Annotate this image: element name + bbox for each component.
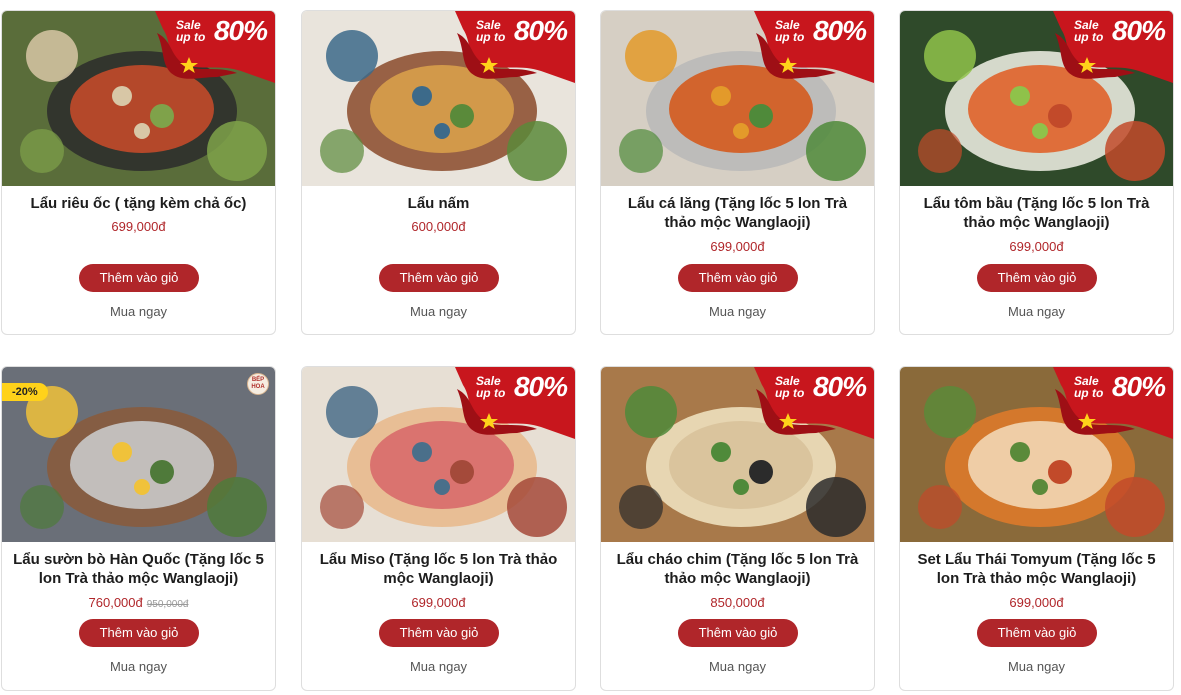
add-to-cart-button[interactable]: Thêm vào giỏ — [79, 619, 199, 647]
add-to-cart-button[interactable]: Thêm vào giỏ — [379, 619, 499, 647]
sale-badge: Sale up to 80% — [736, 11, 874, 83]
product-title[interactable]: Lẩu riêu ốc ( tặng kèm chả ốc) — [12, 194, 265, 213]
buy-now-link[interactable]: Mua ngay — [900, 659, 1173, 674]
add-to-cart-button[interactable]: Thêm vào giỏ — [977, 264, 1097, 292]
sale-badge-label: Sale up to — [176, 19, 205, 43]
sale-badge-label: Sale up to — [1074, 375, 1103, 399]
price-row: 699,000đ — [2, 219, 275, 234]
product-title[interactable]: Lẩu cháo chim (Tặng lốc 5 lon Trà thảo m… — [611, 550, 864, 588]
sale-badge: Sale up to 80% — [437, 367, 575, 439]
price-row: 600,000đ — [302, 219, 575, 234]
product-price: 699,000đ — [1009, 595, 1064, 610]
product-title[interactable]: Lẩu nấm — [312, 194, 565, 213]
sale-line2: up to — [1073, 386, 1104, 400]
sale-badge-label: Sale up to — [476, 19, 505, 43]
buy-now-link[interactable]: Mua ngay — [601, 659, 874, 674]
sale-badge: Sale up to 80% — [1035, 367, 1173, 439]
sale-badge-text: Sale up to 80% — [176, 15, 268, 46]
sale-badge-text: Sale up to 80% — [476, 371, 568, 402]
add-to-cart-button[interactable]: Thêm vào giỏ — [678, 264, 798, 292]
price-row: 760,000đ 950,000đ — [2, 595, 275, 610]
price-row: 699,000đ — [900, 595, 1173, 610]
product-card[interactable]: Sale up to 80% Lẩu cá lăng (Tặng lốc 5 l… — [600, 10, 875, 335]
sale-badge: Sale up to 80% — [736, 367, 874, 439]
product-card[interactable]: Sale up to 80% Lẩu riêu ốc ( tặng kèm ch… — [1, 10, 276, 335]
sale-badge: Sale up to 80% — [1035, 11, 1173, 83]
sale-value: 80% — [812, 15, 867, 46]
buy-now-link[interactable]: Mua ngay — [2, 304, 275, 319]
product-old-price: 950,000đ — [146, 599, 189, 610]
sale-line2: up to — [475, 386, 506, 400]
sale-badge-text: Sale up to 80% — [775, 15, 867, 46]
product-card[interactable]: Sale up to 80% Lẩu Miso (Tặng lốc 5 lon … — [301, 366, 576, 691]
buy-now-link[interactable]: Mua ngay — [302, 659, 575, 674]
product-card[interactable]: Sale up to 80% Lẩu cháo chim (Tặng lốc 5… — [600, 366, 875, 691]
product-title[interactable]: Set Lẩu Thái Tomyum (Tặng lốc 5 lon Trà … — [910, 550, 1163, 588]
sale-line2: up to — [774, 386, 805, 400]
sale-line2: up to — [475, 30, 506, 44]
product-price: 699,000đ — [710, 239, 765, 254]
product-title[interactable]: Lẩu sườn bò Hàn Quốc (Tặng lốc 5 lon Trà… — [12, 550, 265, 588]
product-card[interactable]: Sale up to 80% Lẩu nấm 600,000đ Thêm vào… — [301, 10, 576, 335]
sale-badge-label: Sale up to — [476, 375, 505, 399]
product-card[interactable]: -20% BẾP HOA Lẩu sườn bò Hàn Quốc (Tặng l… — [1, 366, 276, 691]
sale-value: 80% — [812, 371, 867, 402]
add-to-cart-button[interactable]: Thêm vào giỏ — [977, 619, 1097, 647]
sale-value: 80% — [513, 371, 568, 402]
sale-line2: up to — [1073, 30, 1104, 44]
product-price: 699,000đ — [111, 219, 166, 234]
price-row: 699,000đ — [601, 239, 874, 254]
product-title[interactable]: Lẩu cá lăng (Tặng lốc 5 lon Trà thảo mộc… — [611, 194, 864, 232]
product-price: 850,000đ — [710, 595, 765, 610]
sale-badge: Sale up to 80% — [437, 11, 575, 83]
sale-badge-label: Sale up to — [1074, 19, 1103, 43]
discount-badge: -20% — [2, 383, 48, 401]
product-price: 699,000đ — [1009, 239, 1064, 254]
price-row: 699,000đ — [302, 595, 575, 610]
product-card[interactable]: Sale up to 80% Lẩu tôm bầu (Tặng lốc 5 l… — [899, 10, 1174, 335]
sale-badge-text: Sale up to 80% — [775, 371, 867, 402]
buy-now-link[interactable]: Mua ngay — [601, 304, 874, 319]
sale-line2: up to — [175, 30, 206, 44]
product-price: 760,000đ — [88, 595, 143, 610]
sale-badge-text: Sale up to 80% — [476, 15, 568, 46]
sale-line2: up to — [774, 30, 805, 44]
add-to-cart-button[interactable]: Thêm vào giỏ — [379, 264, 499, 292]
sale-badge-label: Sale up to — [775, 375, 804, 399]
buy-now-link[interactable]: Mua ngay — [302, 304, 575, 319]
add-to-cart-button[interactable]: Thêm vào giỏ — [678, 619, 798, 647]
sale-badge-text: Sale up to 80% — [1074, 15, 1166, 46]
buy-now-link[interactable]: Mua ngay — [2, 659, 275, 674]
sale-value: 80% — [213, 15, 268, 46]
price-row: 850,000đ — [601, 595, 874, 610]
sale-value: 80% — [513, 15, 568, 46]
price-row: 699,000đ — [900, 239, 1173, 254]
sale-badge-text: Sale up to 80% — [1074, 371, 1166, 402]
product-title[interactable]: Lẩu tôm bầu (Tặng lốc 5 lon Trà thảo mộc… — [910, 194, 1163, 232]
sale-badge-label: Sale up to — [775, 19, 804, 43]
buy-now-link[interactable]: Mua ngay — [900, 304, 1173, 319]
brand-logo: BẾP HOA — [247, 373, 269, 395]
product-title[interactable]: Lẩu Miso (Tặng lốc 5 lon Trà thảo mộc Wa… — [312, 550, 565, 588]
product-price: 600,000đ — [411, 219, 466, 234]
product-grid: Sale up to 80% Lẩu riêu ốc ( tặng kèm ch… — [0, 0, 1181, 695]
sale-value: 80% — [1111, 371, 1166, 402]
sale-value: 80% — [1111, 15, 1166, 46]
product-card[interactable]: Sale up to 80% Set Lẩu Thái Tomyum (Tặng… — [899, 366, 1174, 691]
add-to-cart-button[interactable]: Thêm vào giỏ — [79, 264, 199, 292]
product-price: 699,000đ — [411, 595, 466, 610]
sale-badge: Sale up to 80% — [137, 11, 275, 83]
